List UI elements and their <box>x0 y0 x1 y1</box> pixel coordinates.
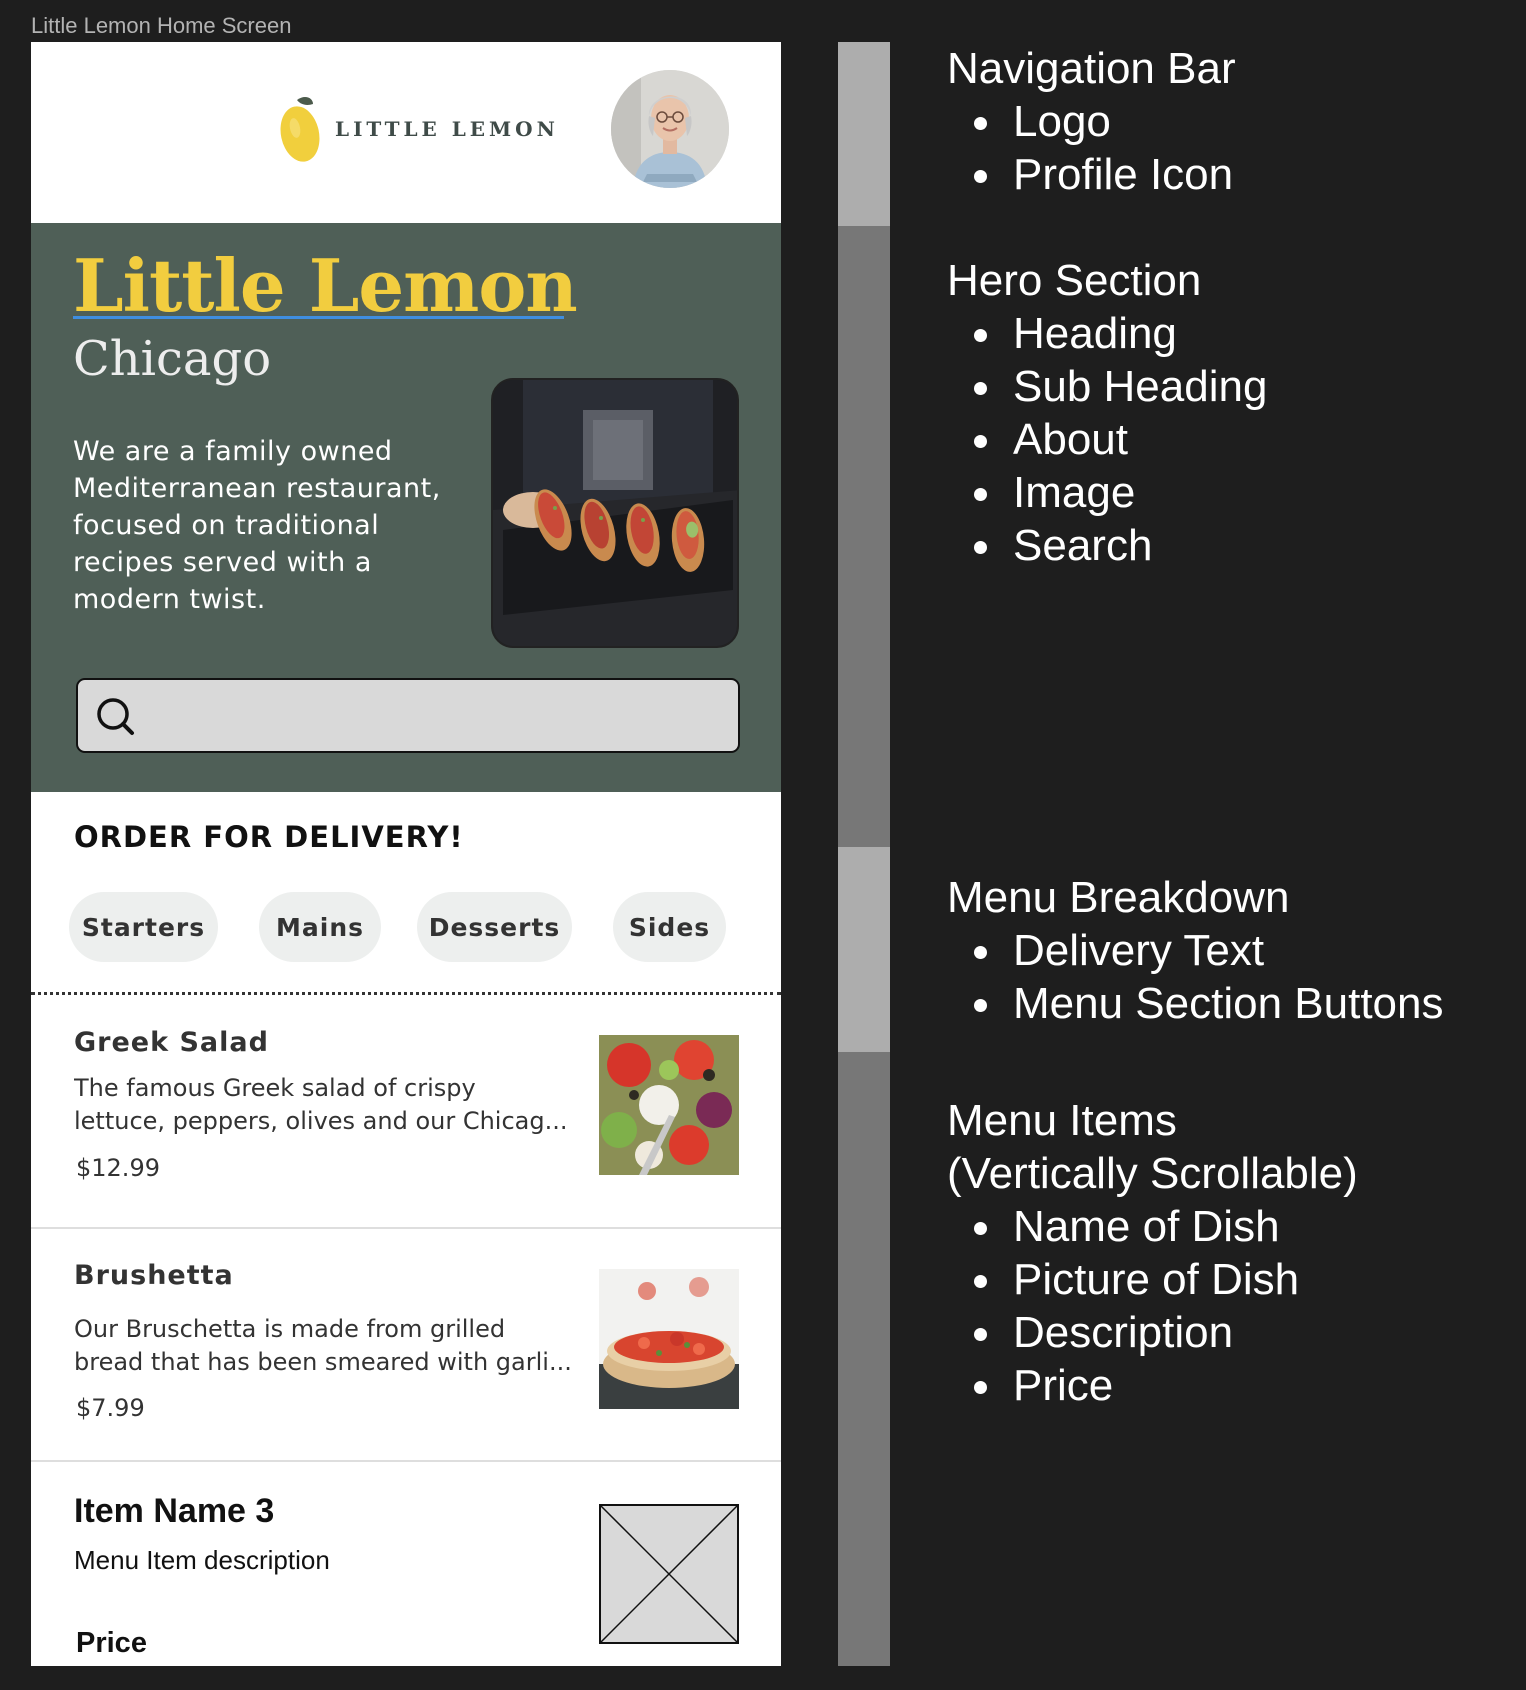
annotation-item: Menu Section Buttons <box>947 977 1443 1030</box>
hero-about-text: We are a family owned Mediterranean rest… <box>73 436 441 615</box>
annotation-menu-breakdown: Menu Breakdown Delivery Text Menu Sectio… <box>947 871 1443 1030</box>
annotation-item: Logo <box>947 95 1236 148</box>
dish-description: Menu Item description <box>74 1545 330 1575</box>
navigation-bar: LITTLE LEMON <box>31 42 781 223</box>
dish-name: Brushetta <box>74 1260 234 1291</box>
dish-price: Price <box>76 1627 147 1659</box>
dish-description: Our Bruschetta is made from grilled brea… <box>74 1313 584 1379</box>
frame-label: Little Lemon Home Screen <box>31 13 292 38</box>
item-separator <box>31 1227 781 1229</box>
annotation-title: Hero Section <box>947 256 1202 305</box>
annotation-title: Menu Breakdown <box>947 873 1290 922</box>
annotation-item: Picture of Dish <box>947 1253 1358 1306</box>
sides-button[interactable]: Sides <box>613 892 726 962</box>
annotation-list: Name of Dish Picture of Dish Description… <box>947 1200 1358 1412</box>
dish-picture <box>599 1035 739 1175</box>
starters-button[interactable]: Starters <box>69 892 218 962</box>
delivery-text: ORDER FOR DELIVERY! <box>74 820 464 854</box>
search-icon <box>97 698 134 735</box>
annotation-list: Heading Sub Heading About Image Search <box>947 307 1267 572</box>
section-bar-navigation <box>838 42 890 226</box>
annotation-item: Sub Heading <box>947 360 1267 413</box>
dish-description: The famous Greek salad of crispy lettuce… <box>74 1072 574 1138</box>
annotation-subtitle: (Vertically Scrollable) <box>947 1149 1358 1198</box>
dish-name: Item Name 3 <box>74 1492 275 1530</box>
profile-photo <box>611 70 729 188</box>
heading-underline <box>73 316 564 319</box>
annotation-item: Image <box>947 466 1267 519</box>
annotation-item: About <box>947 413 1267 466</box>
description-line: Our Bruschetta is made from grilled <box>74 1315 506 1343</box>
annotation-item: Name of Dish <box>947 1200 1358 1253</box>
section-bar-menu-items <box>838 1052 890 1666</box>
item-separator <box>31 1460 781 1462</box>
annotation-item: Description <box>947 1306 1358 1359</box>
description-line: bread that has been smeared with garli..… <box>74 1348 572 1376</box>
annotation-title: Navigation Bar <box>947 44 1236 93</box>
annotation-item: Heading <box>947 307 1267 360</box>
annotation-navigation-bar: Navigation Bar Logo Profile Icon <box>947 42 1236 201</box>
dish-name: Greek Salad <box>74 1027 269 1058</box>
image-placeholder <box>599 1504 739 1644</box>
profile-avatar[interactable] <box>611 70 729 188</box>
dish-price: $12.99 <box>76 1154 160 1182</box>
hero-image <box>491 378 739 648</box>
hero-section: Little Lemon Chicago We are a family own… <box>31 223 781 792</box>
greek-salad-photo <box>599 1035 739 1175</box>
phone-screen: LITTLE LEMON Little Lemon Chicago We are… <box>31 42 781 1666</box>
logo[interactable]: LITTLE LEMON <box>279 94 559 164</box>
lemon-icon <box>280 97 320 162</box>
desserts-button[interactable]: Desserts <box>417 892 572 962</box>
logo-text: LITTLE LEMON <box>335 117 559 141</box>
annotation-hero-section: Hero Section Heading Sub Heading About I… <box>947 254 1267 572</box>
annotation-item: Price <box>947 1359 1358 1412</box>
annotation-menu-items: Menu Items (Vertically Scrollable) Name … <box>947 1094 1358 1412</box>
annotation-list: Logo Profile Icon <box>947 95 1236 201</box>
section-bar-menu-breakdown <box>838 847 890 1052</box>
annotation-item: Profile Icon <box>947 148 1236 201</box>
image-placeholder-icon <box>599 1504 739 1644</box>
annotation-list: Delivery Text Menu Section Buttons <box>947 924 1443 1030</box>
annotation-item: Delivery Text <box>947 924 1443 977</box>
hero-sub-heading: Chicago <box>73 331 272 387</box>
section-divider <box>31 992 781 995</box>
description-line: lettuce, peppers, olives and our Chicag.… <box>74 1107 568 1135</box>
annotation-item: Search <box>947 519 1267 572</box>
search-input[interactable] <box>76 678 740 753</box>
dish-picture <box>599 1269 739 1409</box>
bruschetta-photo <box>493 380 737 646</box>
mains-button[interactable]: Mains <box>259 892 381 962</box>
bruschetta-dish-photo <box>599 1269 739 1409</box>
description-line: The famous Greek salad of crispy <box>74 1074 476 1102</box>
section-bar-hero <box>838 226 890 847</box>
annotation-title: Menu Items <box>947 1096 1177 1145</box>
dish-price: $7.99 <box>76 1394 145 1422</box>
